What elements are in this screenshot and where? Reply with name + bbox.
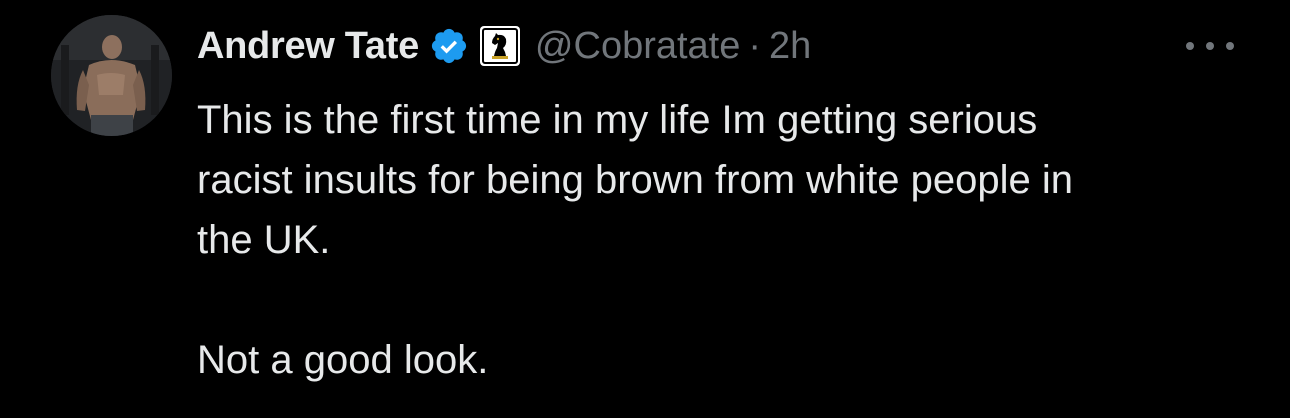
display-name[interactable]: Andrew Tate (197, 25, 419, 68)
chess-knight-icon[interactable] (479, 25, 521, 67)
tweet[interactable]: Andrew Tate @Cobratate · 2h This is the … (0, 0, 1290, 418)
more-dot (1226, 42, 1234, 50)
tweet-text-line: This is the first time in my life Im get… (197, 98, 1038, 142)
more-options-icon[interactable] (1186, 32, 1234, 60)
more-dot (1186, 42, 1194, 50)
verified-badge-icon[interactable] (429, 26, 469, 66)
tweet-text: This is the first time in my life Im get… (197, 90, 1247, 390)
separator-dot: · (748, 24, 762, 67)
handle[interactable]: @Cobratate (535, 25, 740, 68)
tweet-text-line: racist insults for being brown from whit… (197, 158, 1073, 202)
tweet-text-line: the UK. (197, 218, 331, 262)
avatar[interactable] (51, 15, 172, 136)
tweet-header: Andrew Tate @Cobratate · 2h (197, 18, 811, 74)
more-dot (1206, 42, 1214, 50)
timestamp[interactable]: 2h (769, 25, 811, 68)
tweet-text-line: Not a good look. (197, 338, 489, 382)
